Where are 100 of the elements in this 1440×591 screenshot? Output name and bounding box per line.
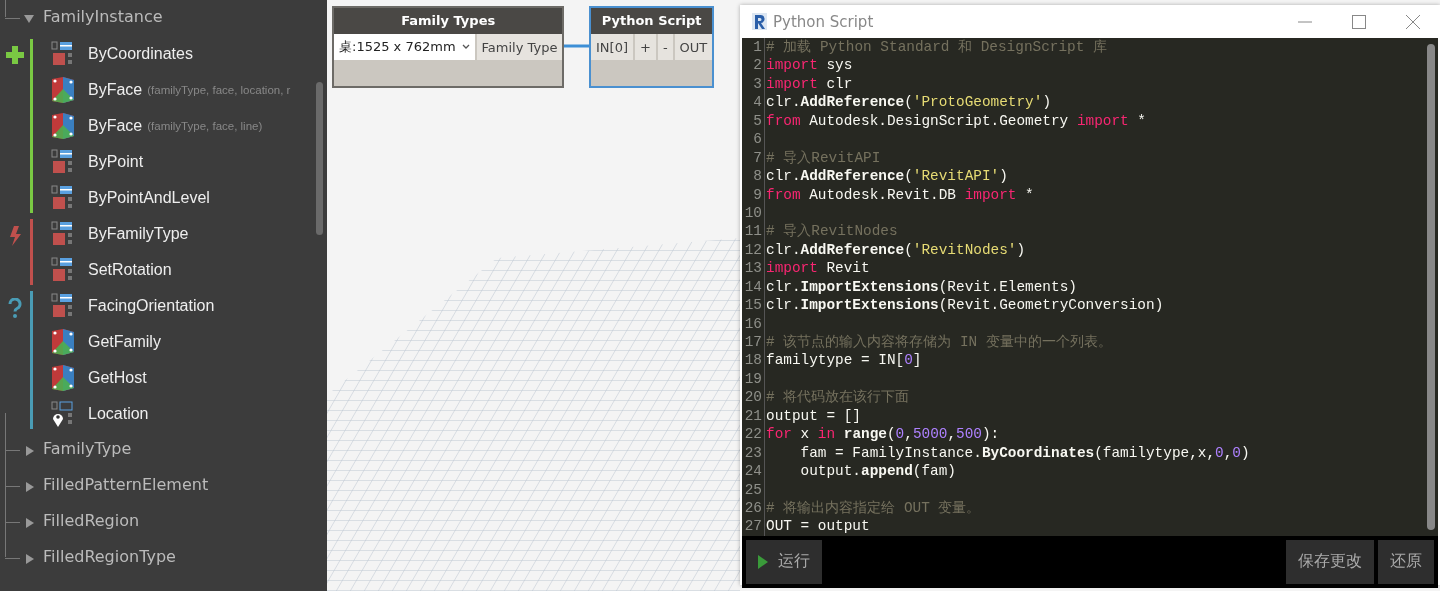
line-number: 4 (742, 93, 765, 112)
line-number: 10 (742, 203, 765, 223)
input-port[interactable]: IN[0] (591, 34, 633, 60)
line-number: 7 (742, 148, 765, 168)
line-number: 1 (742, 38, 765, 57)
code-line: clr.AddReference('ProtoGeometry') (765, 93, 1051, 112)
line-number: 15 (742, 296, 765, 315)
line-number: 26 (742, 498, 765, 518)
line-number: 20 (742, 388, 765, 407)
tree-label[interactable]: FilledRegionType (43, 547, 176, 566)
chevron-icon (461, 44, 470, 50)
code-line: from Autodesk.DesignScript.Geometry import * (765, 111, 1146, 131)
line-number: 2 (742, 56, 765, 75)
play-icon (758, 554, 768, 569)
line-number: 9 (742, 185, 765, 204)
code-line: output.append(fam) (799, 462, 956, 481)
line-number: 18 (742, 351, 765, 370)
tree-label[interactable]: FamilyInstance (43, 7, 163, 26)
code-line: fam = FamilyInstance.ByCoordinates(familytype,x,0,0) (799, 443, 1250, 463)
library-item[interactable]: Location (88, 405, 149, 423)
scrollbar[interactable] (316, 82, 323, 235)
type-dropdown[interactable]: 桌:1525 x 762mm (334, 34, 475, 60)
window-title: Python Script (773, 12, 875, 31)
code-line: # 导入RevitNodes (765, 222, 898, 241)
output-port[interactable]: Family Type (476, 34, 563, 60)
line-number: 27 (742, 517, 765, 536)
tree-label[interactable]: FamilyType (43, 439, 132, 458)
expand-caret-icon[interactable] (25, 518, 35, 528)
plus-icon (6, 46, 24, 64)
item-parameters: (familyType, face, line) (147, 120, 263, 132)
library-item[interactable]: SetRotation (88, 261, 172, 279)
library-item[interactable]: ByPoint (88, 153, 144, 171)
code-line: # 该节点的输入内容将存储为 IN 变量中的一个列表。 (765, 333, 1112, 352)
code-line: import clr (765, 74, 853, 94)
code-editor[interactable] (742, 38, 1438, 536)
colored-block-icon (51, 364, 75, 392)
line-number: 3 (742, 74, 765, 94)
code-line: # 导入RevitAPI (765, 148, 881, 168)
question-icon (8, 298, 22, 318)
expand-caret-icon[interactable] (25, 554, 35, 564)
save-button[interactable]: 保存更改 (1286, 539, 1374, 584)
node-title: Python Script (591, 8, 713, 34)
code-line: # 将代码放在该行下面 (765, 388, 910, 407)
line-number: 12 (742, 240, 765, 260)
code-line: clr.ImportExtensions(Revit.Elements) (765, 277, 1077, 297)
code-line: import sys (765, 56, 853, 75)
library-item[interactable]: GetFamily (88, 333, 161, 351)
graph-node[interactable]: Family Types 桌:1525 x 762mm Family Type (332, 6, 565, 88)
close-icon[interactable] (1406, 14, 1420, 29)
line-number: 16 (742, 314, 765, 333)
library-item[interactable]: GetHost (88, 369, 147, 387)
node-grid-icon (51, 185, 75, 211)
collapse-caret-icon[interactable] (24, 14, 34, 24)
line-number: 5 (742, 111, 765, 131)
expand-caret-icon[interactable] (25, 446, 35, 456)
port-button[interactable]: + (635, 34, 656, 60)
library-item[interactable]: ByFace (88, 117, 143, 135)
library-item[interactable]: ByPointAndLevel (88, 189, 210, 207)
code-line: clr.ImportExtensions(Revit.GeometryConversion) (765, 296, 1164, 315)
expand-caret-icon[interactable] (25, 482, 35, 492)
node-grid-icon (51, 149, 75, 175)
library-item[interactable]: ByFace (88, 81, 143, 99)
app-logo-icon (752, 13, 767, 30)
graph-node[interactable]: Python Script IN[0] + - OUT (589, 6, 715, 88)
node-grid-icon (51, 221, 75, 247)
item-parameters: (familyType, face, location, r (147, 84, 291, 96)
scrollbar[interactable] (1427, 44, 1435, 530)
code-line: # 加载 Python Standard 和 DesignScript 库 (765, 38, 1107, 57)
code-line: clr.AddReference('RevitNodes') (765, 240, 1026, 260)
code-line: familytype = IN[0] (765, 351, 922, 370)
colored-block-icon (51, 112, 75, 140)
maximize-icon[interactable] (1352, 14, 1366, 29)
line-number: 23 (742, 443, 765, 463)
line-number: 17 (742, 333, 765, 352)
colored-block-icon (51, 328, 75, 356)
node-title: Family Types (334, 8, 563, 34)
library-item[interactable]: FacingOrientation (88, 297, 215, 315)
code-line: import Revit (765, 259, 870, 278)
code-line: from Autodesk.Revit.DB import * (765, 185, 1034, 204)
library-item[interactable]: ByFamilyType (88, 225, 189, 243)
tree-label[interactable]: FilledPatternElement (43, 475, 209, 494)
line-number: 21 (742, 406, 765, 426)
node-grid-icon (51, 293, 75, 319)
port-button[interactable]: - (657, 34, 673, 60)
code-line: output = [] (765, 406, 861, 426)
code-line: clr.AddReference('RevitAPI') (765, 167, 1008, 186)
pin-icon (51, 401, 75, 427)
code-line: # 将输出内容指定给 OUT 变量。 (765, 498, 981, 518)
line-number: 13 (742, 259, 765, 278)
line-number: 19 (742, 369, 765, 389)
revert-button[interactable]: 还原 (1378, 539, 1434, 584)
node-grid-icon (51, 257, 75, 283)
colored-block-icon (51, 76, 75, 104)
tree-label[interactable]: FilledRegion (43, 511, 140, 530)
code-line: OUT = output (765, 517, 870, 536)
library-item[interactable]: ByCoordinates (88, 45, 193, 63)
output-port[interactable]: OUT (674, 34, 713, 60)
node-grid-icon (51, 41, 75, 67)
line-number: 22 (742, 425, 765, 444)
run-button[interactable]: 运行 (746, 539, 822, 584)
